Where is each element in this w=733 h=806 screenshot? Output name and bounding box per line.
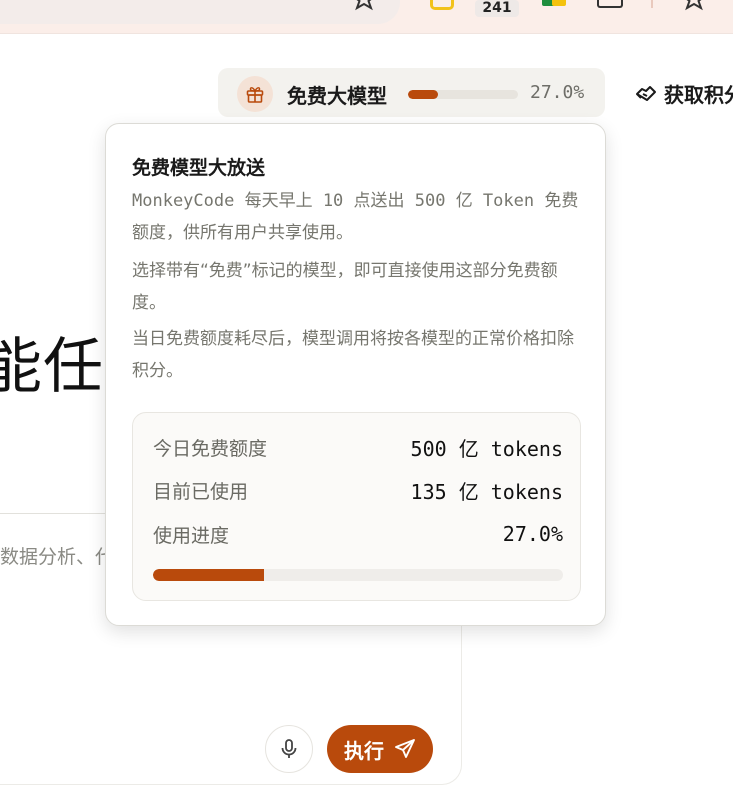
send-icon (395, 739, 415, 758)
usage-progress-value: 27.0% (502, 522, 563, 546)
popover-paragraph: MonkeyCode 每天早上 10 点送出 500 亿 Token 免费额度，… (132, 191, 579, 243)
daily-quota-value: 500 亿 tokens (410, 436, 563, 461)
task-input-placeholder[interactable]: 数据分析、代 (0, 542, 114, 569)
execute-button[interactable]: 执行 (327, 725, 433, 773)
address-bar[interactable] (0, 0, 400, 24)
browser-toolbar: 241 (0, 0, 733, 34)
get-credits-label: 获取积分 (664, 82, 733, 107)
microphone-icon (281, 739, 297, 758)
bookmark-star-icon[interactable] (353, 0, 375, 12)
popover-title: 免费模型大放送 (132, 157, 266, 179)
credits-icon (636, 86, 656, 101)
window-icon[interactable] (597, 0, 623, 8)
daily-quota-row: 今日免费额度 500 亿 tokens (153, 432, 563, 462)
daily-quota-label: 今日免费额度 (153, 437, 268, 460)
usage-progress-row: 使用进度 27.0% (153, 519, 563, 549)
free-models-progress-fill (408, 90, 438, 99)
gift-icon (237, 76, 273, 112)
free-models-pill[interactable]: 免费大模型 27.0% (218, 68, 605, 117)
popover-paragraph: 当日免费额度耗尽后，模型调用将按各模型的正常价格扣除积分。 (132, 329, 574, 381)
used-quota-value: 135 亿 tokens (410, 479, 563, 504)
sheets-extension-icon[interactable] (542, 0, 568, 10)
extension-icon[interactable] (430, 0, 454, 10)
quota-stats-box: 今日免费额度 500 亿 tokens 目前已使用 135 亿 tokens 使… (132, 412, 581, 601)
voice-input-button[interactable] (265, 725, 313, 773)
usage-progress-label: 使用进度 (153, 524, 230, 547)
usage-progress-bar (153, 569, 563, 581)
bookmarks-icon[interactable] (683, 0, 705, 12)
free-models-title: 免费大模型 (287, 84, 387, 108)
used-quota-row: 目前已使用 135 亿 tokens (153, 475, 563, 505)
toolbar-divider (651, 0, 653, 8)
get-credits-link[interactable]: 获取积分 (634, 80, 733, 107)
free-models-progress-bar (408, 90, 518, 99)
used-quota-label: 目前已使用 (153, 480, 249, 503)
usage-progress-fill (153, 569, 264, 581)
popover-paragraph: 选择带有“免费”标记的模型，即可直接使用这部分免费额度。 (132, 261, 558, 313)
execute-label: 执行 (344, 738, 384, 763)
extension-badge[interactable]: 241 (475, 0, 519, 17)
free-models-popover: 免费模型大放送 MonkeyCode 每天早上 10 点送出 500 亿 Tok… (105, 123, 606, 626)
free-models-progress-text: 27.0% (530, 82, 585, 103)
